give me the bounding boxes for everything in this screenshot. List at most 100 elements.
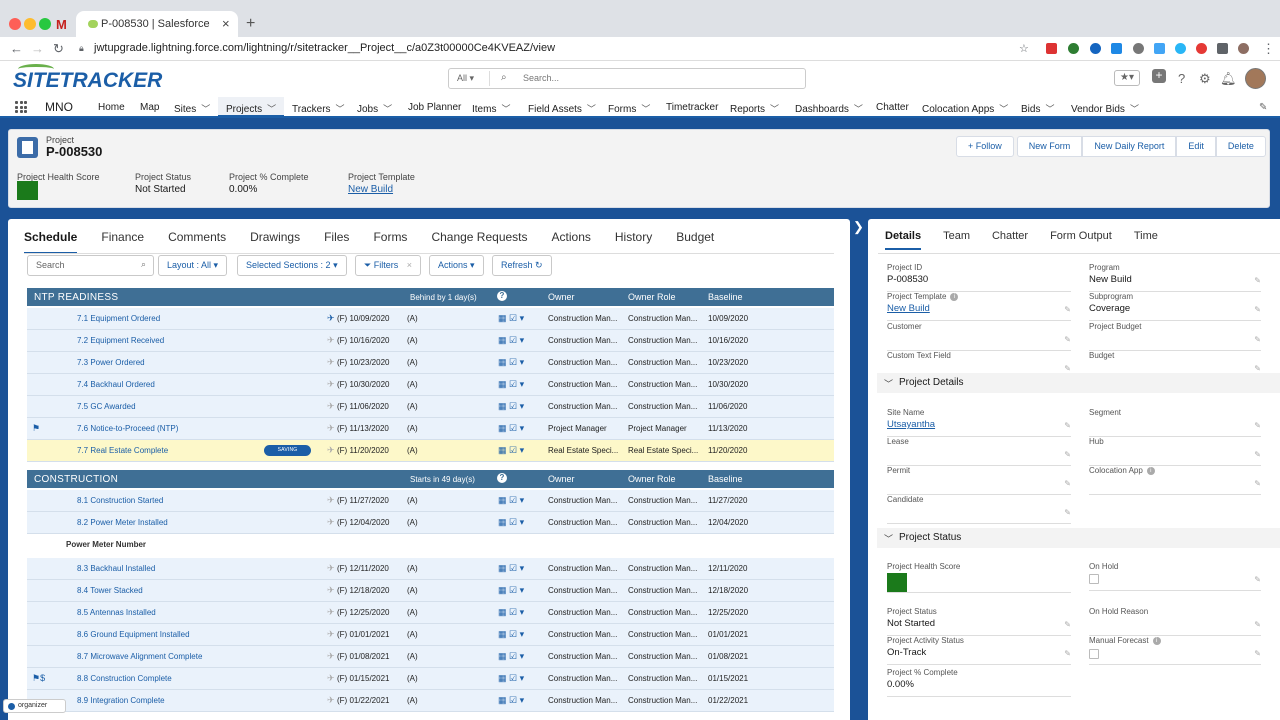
- checklist-icon[interactable]: ☑: [509, 651, 517, 661]
- app-launcher-icon[interactable]: [15, 101, 27, 113]
- bookmark-star-icon[interactable]: ☆: [1019, 42, 1029, 55]
- row-menu-caret-icon[interactable]: ▾: [520, 357, 525, 367]
- follow-button[interactable]: + Follow: [956, 136, 1014, 157]
- tab-change-requests[interactable]: Change Requests: [431, 230, 527, 254]
- minimize-window-button[interactable]: [24, 18, 36, 30]
- actual-date[interactable]: (A): [407, 496, 418, 505]
- tab-comments[interactable]: Comments: [168, 230, 226, 254]
- calendar-icon[interactable]: ▦: [498, 495, 507, 505]
- tab-budget[interactable]: Budget: [676, 230, 714, 254]
- forecast-date[interactable]: (F) 01/15/2021: [337, 674, 389, 683]
- search-scope-select[interactable]: All ▾: [457, 73, 474, 84]
- schedule-search-input[interactable]: Search ⌕: [27, 255, 154, 276]
- global-actions-icon[interactable]: +: [1152, 69, 1166, 83]
- nav-item-projects[interactable]: Projects ﹀: [226, 102, 276, 115]
- forecast-date[interactable]: (F) 11/20/2020: [337, 446, 389, 455]
- chevron-down-icon[interactable]: ﹀: [267, 104, 276, 114]
- tab-chatter[interactable]: Chatter: [992, 230, 1028, 250]
- row-menu-caret-icon[interactable]: ▾: [520, 445, 525, 455]
- edit-pencil-icon[interactable]: ✎: [1254, 276, 1261, 285]
- activity-link[interactable]: 8.9 Integration Complete: [77, 696, 165, 705]
- chevron-down-icon[interactable]: ﹀: [383, 104, 392, 114]
- pin-icon[interactable]: ✈: [327, 695, 335, 706]
- activity-link[interactable]: 8.7 Microwave Alignment Complete: [77, 652, 202, 661]
- collapse-panel-chevron-icon[interactable]: ❯: [851, 219, 866, 237]
- tab-forms[interactable]: Forms: [373, 230, 407, 254]
- table-row[interactable]: 7.2 Equipment Received ✈ (F) 10/16/2020 (A)…: [27, 330, 834, 352]
- edit-pencil-icon[interactable]: ✎: [1064, 649, 1071, 658]
- nav-item-chatter[interactable]: Chatter: [876, 102, 909, 113]
- actual-date[interactable]: (A): [407, 336, 418, 345]
- favorites-star-icon[interactable]: ★▾: [1114, 70, 1140, 86]
- new-form-button[interactable]: New Form: [1016, 136, 1083, 157]
- chevron-down-icon[interactable]: ﹀: [999, 104, 1008, 114]
- calendar-icon[interactable]: ▦: [498, 357, 507, 367]
- pin-icon[interactable]: ✈: [327, 379, 335, 390]
- edit-pencil-icon[interactable]: ✎: [1254, 364, 1261, 373]
- nav-item-jobs[interactable]: Jobs ﹀: [357, 102, 392, 115]
- calendar-icon[interactable]: ▦: [498, 585, 507, 595]
- actual-date[interactable]: (A): [407, 358, 418, 367]
- nav-item-vendor-bids[interactable]: Vendor Bids ﹀: [1071, 102, 1139, 115]
- checklist-icon[interactable]: ☑: [509, 379, 517, 389]
- row-menu-caret-icon[interactable]: ▾: [520, 335, 525, 345]
- tab-time[interactable]: Time: [1134, 230, 1158, 250]
- checklist-icon[interactable]: ☑: [509, 313, 517, 323]
- activity-link[interactable]: 8.4 Tower Stacked: [77, 586, 143, 595]
- actual-date[interactable]: (A): [407, 608, 418, 617]
- nav-item-forms[interactable]: Forms ﹀: [608, 102, 650, 115]
- new-daily-report-button[interactable]: New Daily Report: [1082, 136, 1177, 157]
- info-icon[interactable]: i: [1152, 636, 1161, 645]
- edit-pencil-icon[interactable]: ✎: [1064, 335, 1071, 344]
- checklist-icon[interactable]: ☑: [509, 495, 517, 505]
- nav-item-bids[interactable]: Bids ﹀: [1021, 102, 1054, 115]
- table-row[interactable]: 7.7 Real Estate Complete SAVING ✈ (F) 11/20…: [27, 440, 834, 462]
- filters-button[interactable]: ⏷ Filters ×: [355, 255, 421, 276]
- row-menu-caret-icon[interactable]: ▾: [520, 629, 525, 639]
- table-row[interactable]: 8.5 Antennas Installed ✈ (F) 12/25/2020 (A)…: [27, 602, 834, 624]
- info-icon[interactable]: i: [1146, 466, 1155, 475]
- setup-gear-icon[interactable]: ⚙: [1199, 71, 1211, 87]
- delete-button[interactable]: Delete: [1215, 136, 1266, 157]
- activity-link[interactable]: 7.3 Power Ordered: [77, 358, 145, 367]
- activity-link[interactable]: 8.2 Power Meter Installed: [77, 518, 168, 527]
- global-search[interactable]: All ▾ ⌕ Search...: [448, 68, 806, 89]
- forecast-date[interactable]: (F) 11/27/2020: [337, 496, 389, 505]
- chevron-down-icon[interactable]: ﹀: [501, 104, 510, 114]
- edit-pencil-icon[interactable]: ✎: [1064, 620, 1071, 629]
- actual-date[interactable]: (A): [407, 380, 418, 389]
- actions-select[interactable]: Actions ▾: [429, 255, 484, 276]
- forecast-date[interactable]: (F) 10/16/2020: [337, 336, 389, 345]
- chevron-down-icon[interactable]: ﹀: [336, 104, 345, 114]
- calendar-icon[interactable]: ▦: [498, 423, 507, 433]
- section-header-ntp-readiness[interactable]: NTP READINESS Behind by 1 day(s) ? Owner…: [27, 288, 834, 306]
- edit-pencil-icon[interactable]: ✎: [1254, 620, 1261, 629]
- activity-link[interactable]: 8.6 Ground Equipment Installed: [77, 630, 190, 639]
- layout-select[interactable]: Layout : All ▾: [158, 255, 228, 276]
- forecast-date[interactable]: (F) 10/09/2020: [337, 314, 389, 323]
- nav-item-reports[interactable]: Reports ﹀: [730, 102, 779, 115]
- chevron-down-icon[interactable]: ﹀: [854, 104, 863, 114]
- refresh-button[interactable]: Refresh ↻: [492, 255, 552, 276]
- extension-icon-6[interactable]: [1154, 43, 1165, 54]
- activity-link[interactable]: 8.5 Antennas Installed: [77, 608, 156, 617]
- nav-item-map[interactable]: Map: [140, 102, 159, 113]
- back-icon[interactable]: ←: [10, 41, 23, 56]
- row-menu-caret-icon[interactable]: ▾: [520, 695, 525, 705]
- actual-date[interactable]: (A): [407, 424, 418, 433]
- edit-pencil-icon[interactable]: ✎: [1254, 450, 1261, 459]
- tab-files[interactable]: Files: [324, 230, 349, 254]
- checklist-icon[interactable]: ☑: [509, 563, 517, 573]
- global-search-input[interactable]: Search...: [523, 73, 559, 83]
- activity-link[interactable]: 7.4 Backhaul Ordered: [77, 380, 155, 389]
- table-row[interactable]: 8.9 Integration Complete ✈ (F) 01/22/2021 (…: [27, 690, 834, 712]
- tab-team[interactable]: Team: [943, 230, 970, 250]
- close-tab-icon[interactable]: ×: [222, 16, 230, 31]
- puzzle-extensions-icon[interactable]: [1217, 43, 1228, 54]
- forward-icon[interactable]: →: [31, 41, 44, 56]
- calendar-icon[interactable]: ▦: [498, 607, 507, 617]
- actual-date[interactable]: (A): [407, 564, 418, 573]
- user-avatar[interactable]: [1245, 68, 1266, 89]
- nav-item-dashboards[interactable]: Dashboards ﹀: [795, 102, 863, 115]
- edit-pencil-icon[interactable]: ✎: [1064, 508, 1071, 517]
